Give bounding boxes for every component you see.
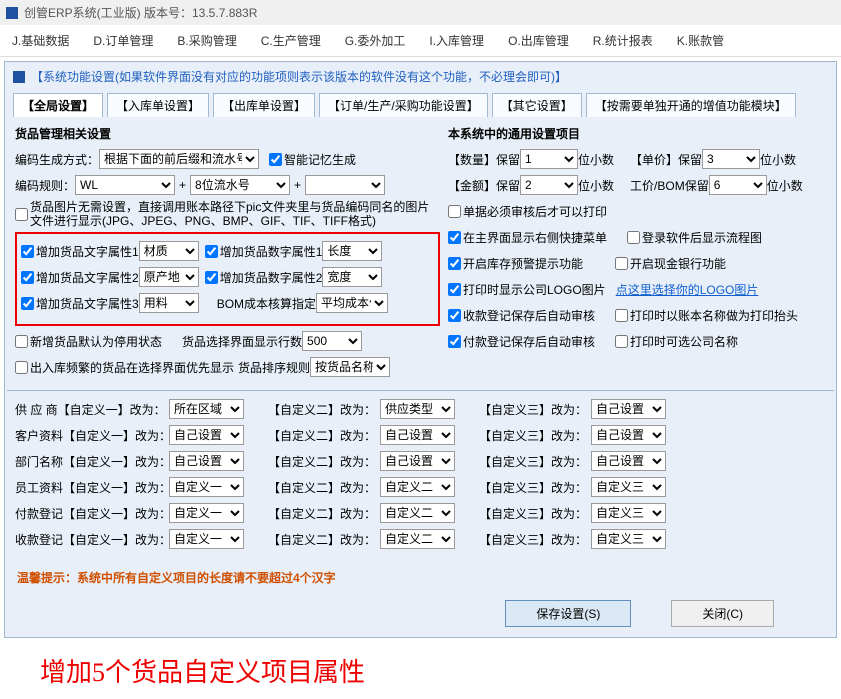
custom-row-label: 部门名称【自定义一】改为：	[15, 453, 165, 470]
custom-sel-2-2[interactable]: 自己设置	[380, 451, 455, 471]
app-icon	[6, 7, 18, 19]
stock-alert-checkbox[interactable]	[448, 257, 461, 270]
menu-stock-in[interactable]: I.入库管理	[417, 28, 496, 53]
num-attr1-checkbox[interactable]	[205, 245, 218, 258]
smart-memory-label: 智能记忆生成	[284, 151, 356, 168]
left-section-title: 货品管理相关设置	[15, 125, 111, 142]
custom-sel-3-1[interactable]: 自定义一	[169, 477, 244, 497]
tab-addons[interactable]: 【按需要单独开通的增值功能模块】	[586, 93, 796, 117]
display-rows-select[interactable]: 500	[302, 331, 362, 351]
custom-sel-5-1[interactable]: 自定义一	[169, 529, 244, 549]
receipt-auto-audit-checkbox[interactable]	[448, 309, 461, 322]
text-attr2-checkbox[interactable]	[21, 271, 34, 284]
menu-outsource[interactable]: G.委外加工	[333, 28, 418, 53]
custom-sel-1-2[interactable]: 自己设置	[380, 425, 455, 445]
main-menu: J.基础数据 D.订单管理 B.采购管理 C.生产管理 G.委外加工 I.入库管…	[0, 25, 841, 57]
price-decimals-select[interactable]: 3	[702, 149, 760, 169]
text-attr3-select[interactable]: 用料	[139, 293, 199, 313]
menu-reports[interactable]: R.统计报表	[581, 28, 665, 53]
hint-text: 温馨提示：系统中所有自定义项目的长度请不要超过4个汉字	[7, 563, 834, 592]
annotation-text: 增加5个货品自定义项目属性	[0, 642, 841, 699]
text-attr1-checkbox[interactable]	[21, 245, 34, 258]
code-suffix-select[interactable]	[305, 175, 385, 195]
amount-decimals-select[interactable]: 2	[520, 175, 578, 195]
code-gen-label: 编码生成方式：	[15, 151, 99, 168]
tab-other[interactable]: 【其它设置】	[492, 93, 582, 117]
bom-cost-select[interactable]: 平均成本价	[316, 293, 388, 313]
settings-dialog: 【系统功能设置(如果软件界面没有对应的功能项则表示该版本的软件没有这个功能，不必…	[4, 61, 837, 638]
custom-sel-4-1[interactable]: 自定义一	[169, 503, 244, 523]
qty-decimals-select[interactable]: 1	[520, 149, 578, 169]
menu-accounts[interactable]: K.账款管	[665, 28, 736, 53]
frequent-priority-checkbox[interactable]	[15, 361, 28, 374]
num-attr2-select[interactable]: 宽度	[322, 267, 382, 287]
custom-sel-0-2[interactable]: 供应类型	[380, 399, 455, 419]
dialog-icon	[13, 71, 25, 83]
menu-production[interactable]: C.生产管理	[249, 28, 333, 53]
custom-sel-0-1[interactable]: 所在区域	[169, 399, 244, 419]
custom-sel-1-3[interactable]: 自己设置	[591, 425, 666, 445]
custom-row-label: 收款登记【自定义一】改为：	[15, 531, 165, 548]
custom-sel-3-3[interactable]: 自定义三	[591, 477, 666, 497]
custom-sel-4-3[interactable]: 自定义三	[591, 503, 666, 523]
cash-bank-checkbox[interactable]	[615, 257, 628, 270]
num-attr1-select[interactable]: 长度	[322, 241, 382, 261]
custom-sel-0-3[interactable]: 自己设置	[591, 399, 666, 419]
choose-logo-link[interactable]: 点这里选择你的LOGO图片	[616, 281, 759, 298]
custom-row-label: 供 应 商【自定义一】改为：	[15, 401, 165, 418]
num-attr2-checkbox[interactable]	[205, 271, 218, 284]
text-attr1-select[interactable]: 材质	[139, 241, 199, 261]
menu-basic-data[interactable]: J.基础数据	[0, 28, 81, 53]
code-rule-label: 编码规则：	[15, 177, 75, 194]
custom-sel-1-1[interactable]: 自己设置	[169, 425, 244, 445]
tab-order-prod[interactable]: 【订单/生产/采购功能设置】	[319, 93, 488, 117]
custom-sel-3-2[interactable]: 自定义二	[380, 477, 455, 497]
menu-order[interactable]: D.订单管理	[81, 28, 165, 53]
must-audit-checkbox[interactable]	[448, 205, 461, 218]
code-serial-select[interactable]: 8位流水号	[190, 175, 290, 195]
custom-row-label: 付款登记【自定义一】改为：	[15, 505, 165, 522]
tab-bar: 【全局设置】 【入库单设置】 【出库单设置】 【订单/生产/采购功能设置】 【其…	[7, 89, 834, 117]
wage-decimals-select[interactable]: 6	[709, 175, 767, 195]
tab-global[interactable]: 【全局设置】	[13, 93, 103, 117]
text-attr3-checkbox[interactable]	[21, 297, 34, 310]
smart-memory-checkbox[interactable]	[269, 153, 282, 166]
custom-sel-5-2[interactable]: 自定义二	[380, 529, 455, 549]
sort-rule-select[interactable]: 按货品名称	[310, 357, 390, 377]
code-gen-select[interactable]: 根据下面的前后缀和流水号生成编码	[99, 149, 259, 169]
custom-row-label: 客户资料【自定义一】改为：	[15, 427, 165, 444]
tab-stockout[interactable]: 【出库单设置】	[213, 93, 315, 117]
menu-purchase[interactable]: B.采购管理	[165, 28, 248, 53]
custom-sel-5-3[interactable]: 自定义三	[591, 529, 666, 549]
print-header-checkbox[interactable]	[615, 309, 628, 322]
pic-setting-label: 货品图片无需设置，直接调用账本路径下pic文件夹里与货品编码同名的图片文件进行显…	[30, 200, 440, 228]
custom-row-label: 员工资料【自定义一】改为：	[15, 479, 165, 496]
text-attr2-select[interactable]: 原产地	[139, 267, 199, 287]
payment-auto-audit-checkbox[interactable]	[448, 335, 461, 348]
close-button[interactable]: 关闭(C)	[671, 600, 774, 627]
right-section-title: 本系统中的通用设置项目	[448, 125, 580, 142]
titlebar: 创管ERP系统(工业版) 版本号：13.5.7.883R	[0, 0, 841, 25]
print-company-checkbox[interactable]	[615, 335, 628, 348]
tab-stockin[interactable]: 【入库单设置】	[107, 93, 209, 117]
save-button[interactable]: 保存设置(S)	[505, 600, 631, 627]
custom-sel-4-2[interactable]: 自定义二	[380, 503, 455, 523]
custom-sel-2-3[interactable]: 自己设置	[591, 451, 666, 471]
print-logo-checkbox[interactable]	[448, 283, 461, 296]
dialog-title: 【系统功能设置(如果软件界面没有对应的功能项则表示该版本的软件没有这个功能，不必…	[31, 68, 567, 85]
code-prefix-select[interactable]: WL	[75, 175, 175, 195]
new-disabled-checkbox[interactable]	[15, 335, 28, 348]
custom-sel-2-1[interactable]: 自己设置	[169, 451, 244, 471]
show-flowchart-checkbox[interactable]	[627, 231, 640, 244]
highlight-box: 增加货品文字属性1 材质 增加货品数字属性1 长度 增加货品文字属性2 原产地 …	[15, 232, 440, 326]
custom-fields-grid: 供 应 商【自定义一】改为： 所在区域 【自定义二】改为： 供应类型 【自定义三…	[7, 390, 834, 563]
titlebar-text: 创管ERP系统(工业版) 版本号：13.5.7.883R	[24, 4, 257, 21]
pic-setting-checkbox[interactable]	[15, 208, 28, 221]
show-shortcut-checkbox[interactable]	[448, 231, 461, 244]
menu-stock-out[interactable]: O.出库管理	[496, 28, 581, 53]
